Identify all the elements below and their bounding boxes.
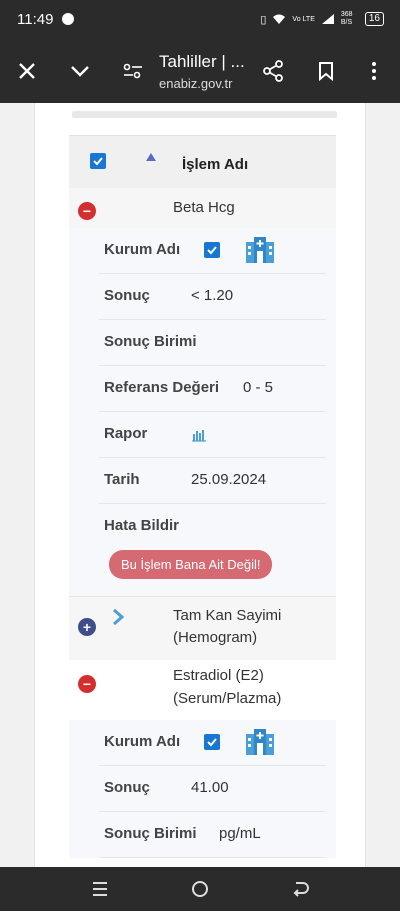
test-name-line1: Tam Kan Sayimi	[173, 607, 282, 624]
detail-label: Sonuç Birimi	[104, 333, 197, 350]
sort-ascending-icon[interactable]	[146, 153, 156, 161]
detail-label: Rapor	[104, 425, 148, 442]
collapse-icon[interactable]: −	[78, 675, 96, 693]
table-row[interactable]: − Estradiol (E2) (Serum/Plazma)	[69, 660, 336, 720]
test-name-line1: Estradiol (E2)	[173, 667, 264, 684]
test-details: Kurum Adı Sonuç 41.00 Sonuç Birimi pg/mL	[69, 720, 336, 858]
report-error-button[interactable]: Bu İşlem Bana Ait Değil!	[109, 550, 273, 579]
bookmark-icon[interactable]	[313, 58, 339, 84]
page-url: enabiz.gov.tr	[159, 76, 233, 91]
table-row[interactable]: + Tam Kan Sayimi (Hemogram)	[69, 596, 336, 660]
detail-row-birim: Sonuç Birimi	[99, 320, 326, 366]
detail-label: Referans Değeri	[104, 379, 220, 396]
detail-label: Hata Bildir	[104, 517, 180, 534]
message-icon	[62, 13, 74, 25]
sonuc-value: 41.00	[191, 779, 229, 796]
network-label: Vo LTE	[292, 15, 315, 23]
speed-label: 368 B/S	[340, 11, 353, 26]
tarih-value: 25.09.2024	[191, 471, 267, 488]
close-icon[interactable]	[14, 58, 40, 84]
test-name-line2: (Serum/Plazma)	[173, 690, 282, 707]
status-icons: ▯ Vo LTE 368 B/S 16	[260, 11, 384, 27]
detail-label: Sonuç	[104, 287, 150, 304]
battery-icon: 16	[364, 12, 384, 26]
detail-row-sonuc: Sonuç 41.00	[99, 766, 326, 812]
detail-row-birim: Sonuç Birimi pg/mL	[99, 812, 326, 858]
table-header: İşlem Adı	[69, 135, 336, 188]
recent-apps-icon[interactable]	[90, 879, 110, 899]
page-title: Tahliller | ...	[159, 52, 245, 71]
hospital-icon[interactable]	[245, 728, 275, 756]
detail-row-hata: Hata Bildir Bu İşlem Bana Ait Değil!	[69, 504, 336, 596]
more-options-icon[interactable]	[361, 58, 387, 84]
page-settings-icon[interactable]	[120, 58, 146, 84]
kurum-checkbox[interactable]	[204, 242, 220, 258]
detail-label: Sonuç	[104, 779, 150, 796]
detail-row-rapor: Rapor	[99, 412, 326, 458]
expand-icon[interactable]: +	[78, 618, 96, 636]
hospital-icon[interactable]	[245, 236, 275, 264]
chevron-down-icon[interactable]	[67, 58, 93, 84]
table-row[interactable]: − Beta Hcg	[69, 188, 336, 228]
detail-label: Kurum Adı	[104, 241, 181, 258]
signal-icon	[321, 14, 334, 24]
referans-value: 0 - 5	[243, 379, 274, 396]
browser-toolbar: Tahliller | ... enabiz.gov.tr	[0, 40, 400, 103]
sonuc-value: < 1.20	[191, 287, 234, 304]
status-time: 11:49	[17, 11, 54, 28]
detail-row-kurum: Kurum Adı	[99, 720, 326, 766]
wifi-icon	[273, 14, 286, 24]
kurum-checkbox[interactable]	[204, 734, 220, 750]
detail-label: Kurum Adı	[104, 733, 181, 750]
test-name: Beta Hcg	[173, 199, 235, 216]
results-table: İşlem Adı − Beta Hcg Kurum Adı Sonuç < 1…	[69, 135, 336, 858]
detail-row-sonuc: Sonuç < 1.20	[99, 274, 326, 320]
chevron-right-icon[interactable]	[112, 608, 124, 626]
system-nav-bar	[0, 867, 400, 911]
select-all-checkbox[interactable]	[90, 153, 106, 169]
column-header-islem-adi[interactable]: İşlem Adı	[182, 156, 248, 173]
divider	[72, 111, 337, 118]
detail-label: Tarih	[104, 471, 140, 488]
detail-row-tarih: Tarih 25.09.2024	[99, 458, 326, 504]
birim-value: pg/mL	[219, 825, 261, 842]
page-content: İşlem Adı − Beta Hcg Kurum Adı Sonuç < 1…	[0, 103, 400, 867]
detail-label: Sonuç Birimi	[104, 825, 197, 842]
home-icon[interactable]	[190, 879, 210, 899]
report-chart-icon[interactable]	[191, 428, 207, 442]
detail-row-referans: Referans Değeri 0 - 5	[99, 366, 326, 412]
share-icon[interactable]	[260, 58, 286, 84]
vibrate-icon: ▯	[260, 13, 267, 26]
status-bar: 11:49 ▯ Vo LTE 368 B/S 16	[0, 0, 400, 40]
detail-row-kurum: Kurum Adı	[99, 228, 326, 274]
test-details: Kurum Adı Sonuç < 1.20 Sonuç Birimi Refe…	[69, 228, 336, 596]
collapse-icon[interactable]: −	[78, 202, 96, 220]
back-icon[interactable]	[290, 879, 310, 899]
test-name-line2: (Hemogram)	[173, 629, 258, 646]
